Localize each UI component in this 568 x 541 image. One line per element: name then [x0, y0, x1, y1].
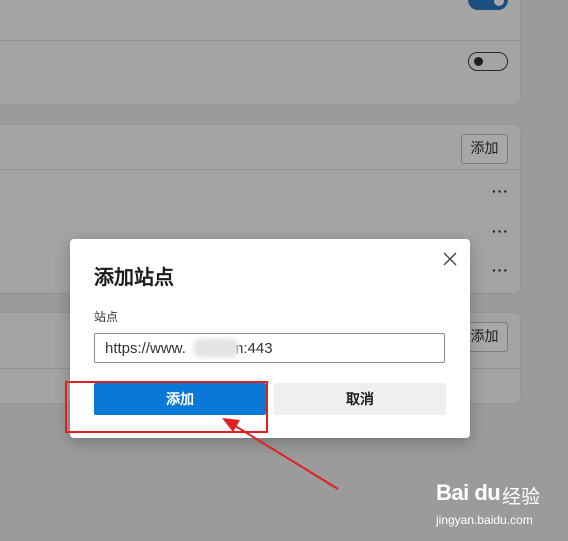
watermark-url: jingyan.baidu.com — [436, 513, 533, 527]
watermark-cn: 经验 — [502, 486, 541, 508]
watermark-brand: Bai du — [436, 480, 501, 506]
arrow-annotation-icon — [222, 418, 339, 490]
watermark-brand-text: Bai du — [436, 480, 501, 505]
baidu-watermark: Bai du 经验 jingyan.baidu.com — [436, 480, 566, 535]
